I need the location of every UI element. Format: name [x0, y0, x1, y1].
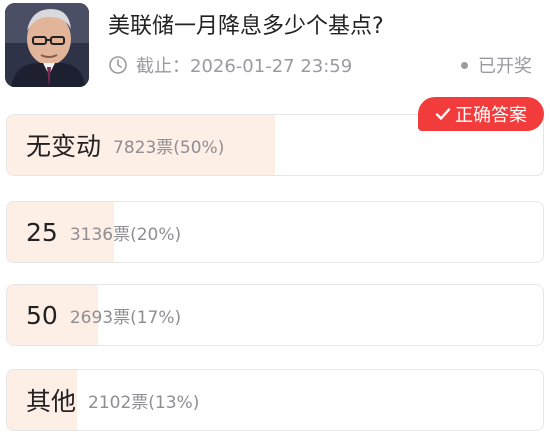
option-votes: 3136票(20%): [69, 224, 182, 245]
option-votes: 2693票(17%): [69, 307, 182, 328]
poll-option[interactable]: 其他 2102票(13%): [6, 369, 544, 431]
option-label: 25: [26, 217, 58, 247]
deadline: 截止：2026-01-27 23:59: [108, 52, 352, 78]
option-label: 其他: [26, 387, 77, 416]
correct-answer-label: 正确答案: [455, 105, 527, 126]
correct-answer-badge: 正确答案: [418, 97, 544, 131]
avatar: [5, 3, 89, 87]
check-icon: [435, 106, 451, 122]
option-votes: 2102票(13%): [88, 392, 200, 413]
poll-header: 美联储一月降息多少个基点? 截止：2026-01-27 23:59 已开奖: [0, 0, 550, 100]
poll-option[interactable]: 25 3136票(20%): [6, 201, 544, 263]
status-dot-icon: [461, 61, 468, 69]
status-text: 已开奖: [478, 56, 532, 77]
clock-icon: [108, 55, 128, 75]
poll-title: 美联储一月降息多少个基点?: [108, 14, 384, 39]
option-label: 无变动: [26, 132, 102, 161]
poll-option[interactable]: 50 2693票(17%): [6, 284, 544, 346]
option-label: 50: [26, 300, 58, 330]
deadline-text: 截止：2026-01-27 23:59: [136, 56, 353, 77]
status: 已开奖: [461, 52, 532, 78]
option-votes: 7823票(50%): [113, 137, 225, 158]
